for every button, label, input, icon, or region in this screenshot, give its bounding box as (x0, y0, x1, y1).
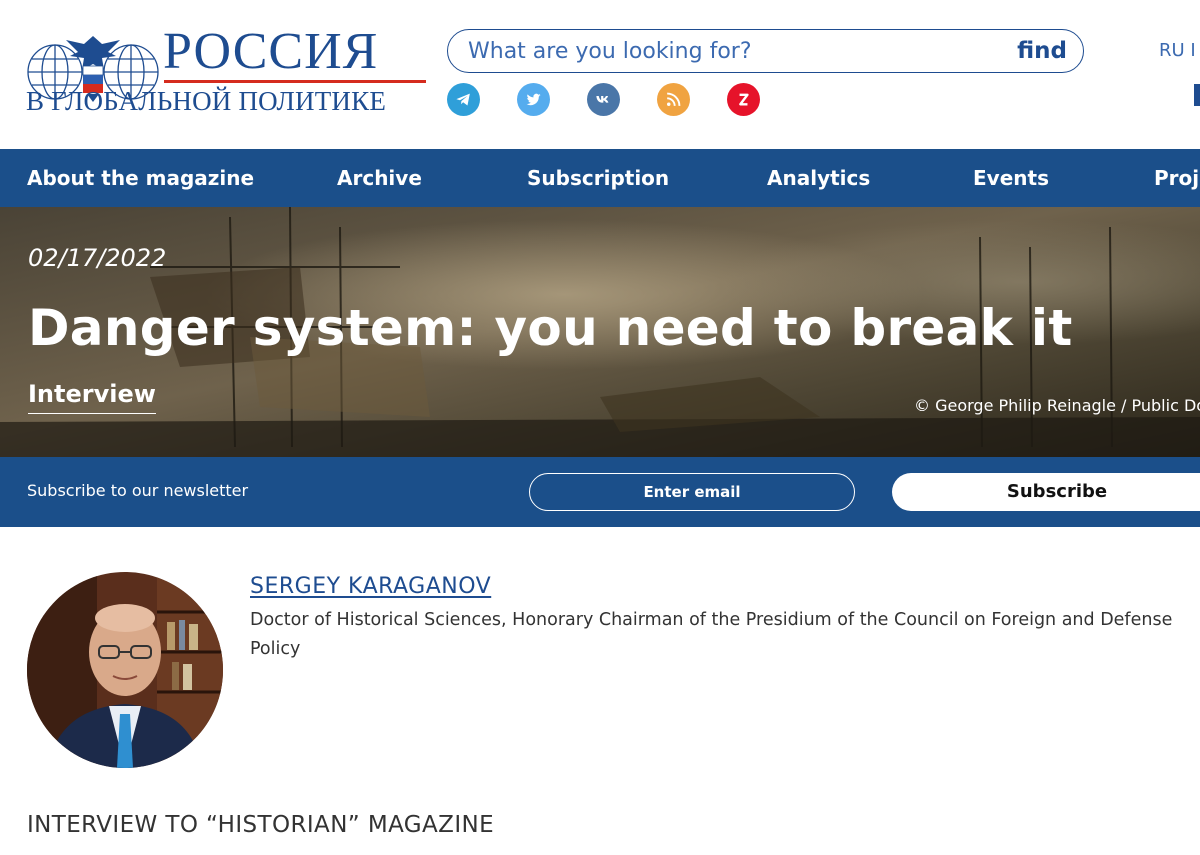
telegram-link[interactable] (447, 83, 480, 116)
header-edge-marker (1194, 84, 1200, 106)
article-tag[interactable]: Interview (28, 380, 156, 414)
email-input[interactable] (529, 473, 855, 511)
zen-link[interactable] (727, 83, 760, 116)
article-subheading: INTERVIEW TO “HISTORIAN” MAGAZINE (27, 812, 495, 838)
author-name-link[interactable]: SERGEY KARAGANOV (250, 574, 491, 599)
site-header: РОССИЯ В ГЛОБАЛЬНОЙ ПОЛИТИКЕ find RU I (0, 0, 1200, 149)
nav-item-projects[interactable]: Proje (1154, 149, 1200, 207)
author-portrait-image (27, 572, 223, 768)
article-hero: 02/17/2022 Danger system: you need to br… (0, 207, 1200, 457)
nav-item-archive[interactable]: Archive (337, 149, 422, 207)
social-links (447, 83, 767, 117)
search-bar: find (447, 29, 1084, 73)
newsletter-label: Subscribe to our newsletter (27, 481, 249, 500)
article-title: Danger system: you need to break it (28, 299, 1073, 357)
nav-item-subscription[interactable]: Subscription (527, 149, 669, 207)
twitter-icon (526, 93, 541, 106)
image-credit: © George Philip Reinagle / Public Dor (914, 396, 1200, 415)
author-avatar[interactable] (27, 572, 223, 768)
logo-red-line (164, 80, 426, 83)
language-switcher[interactable]: RU I (1159, 40, 1196, 61)
logo-subtitle: В ГЛОБАЛЬНОЙ ПОЛИТИКЕ (26, 86, 387, 116)
vk-link[interactable] (587, 83, 620, 116)
nav-item-events[interactable]: Events (973, 149, 1049, 207)
zen-icon (739, 93, 749, 106)
search-input[interactable] (468, 36, 988, 66)
vk-icon (596, 95, 609, 103)
telegram-icon (456, 93, 470, 106)
nav-item-analytics[interactable]: Analytics (767, 149, 870, 207)
newsletter-bar: Subscribe to our newsletter Subscribe (0, 457, 1200, 527)
rss-link[interactable] (657, 83, 690, 116)
article-date: 02/17/2022 (28, 244, 167, 272)
main-nav: About the magazine Archive Subscription … (0, 149, 1200, 207)
twitter-link[interactable] (517, 83, 550, 116)
logo-title: РОССИЯ (163, 23, 379, 80)
nav-item-about[interactable]: About the magazine (27, 149, 254, 207)
author-description: Doctor of Historical Sciences, Honorary … (250, 610, 1173, 659)
find-button[interactable]: find (1017, 36, 1067, 66)
rss-icon (667, 92, 681, 106)
subscribe-button[interactable]: Subscribe (892, 473, 1200, 511)
site-logo[interactable]: РОССИЯ В ГЛОБАЛЬНОЙ ПОЛИТИКЕ (26, 23, 428, 118)
